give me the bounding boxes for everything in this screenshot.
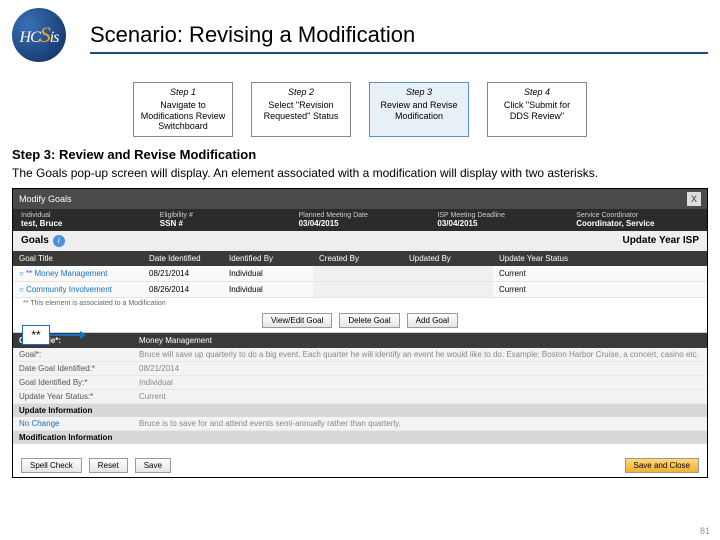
step-1: Step 1Navigate to Modifications Review S… bbox=[133, 82, 233, 137]
spell-check-button[interactable]: Spell Check bbox=[21, 458, 82, 473]
reset-button[interactable]: Reset bbox=[89, 458, 128, 473]
goals-popup-screenshot: Modify Goals X Individualtest, Bruce Eli… bbox=[12, 188, 708, 478]
view-edit-goal-button[interactable]: View/Edit Goal bbox=[262, 313, 332, 328]
modification-info-heading: Modification Information bbox=[13, 431, 707, 444]
association-note: ** This element is associated to a Modif… bbox=[13, 298, 707, 309]
intro-text: The Goals pop-up screen will display. An… bbox=[12, 166, 708, 182]
close-icon[interactable]: X bbox=[687, 192, 701, 206]
step-3: Step 3Review and Revise Modification bbox=[369, 82, 469, 137]
asterisk-callout: ** bbox=[22, 325, 50, 345]
update-year-label: Update Year ISP bbox=[622, 235, 699, 246]
table-row[interactable]: ○ ** Money Management08/21/2014Individua… bbox=[13, 266, 707, 282]
goals-heading: Goals bbox=[21, 235, 49, 246]
page-number: 81 bbox=[700, 526, 710, 536]
delete-goal-button[interactable]: Delete Goal bbox=[339, 313, 399, 328]
step-tracker: Step 1Navigate to Modifications Review S… bbox=[0, 82, 720, 137]
page-title: Scenario: Revising a Modification bbox=[90, 22, 708, 54]
update-info-heading: Update Information bbox=[13, 404, 707, 417]
save-and-close-button[interactable]: Save and Close bbox=[625, 458, 699, 473]
save-button[interactable]: Save bbox=[135, 458, 171, 473]
modal-title: Modify Goals bbox=[19, 194, 72, 204]
hcsis-logo: HCSis bbox=[12, 8, 72, 68]
callout-arrow-icon bbox=[50, 334, 85, 336]
info-icon[interactable]: i bbox=[53, 235, 65, 247]
section-title: Step 3: Review and Revise Modification bbox=[12, 147, 720, 162]
step-4: Step 4Click "Submit for DDS Review" bbox=[487, 82, 587, 137]
step-2: Step 2Select "Revision Requested" Status bbox=[251, 82, 351, 137]
add-goal-button[interactable]: Add Goal bbox=[407, 313, 458, 328]
table-row[interactable]: ○ Community Involvement08/26/2014Individ… bbox=[13, 282, 707, 298]
goals-table-header: Goal TitleDate IdentifiedIdentified ByCr… bbox=[13, 251, 707, 266]
